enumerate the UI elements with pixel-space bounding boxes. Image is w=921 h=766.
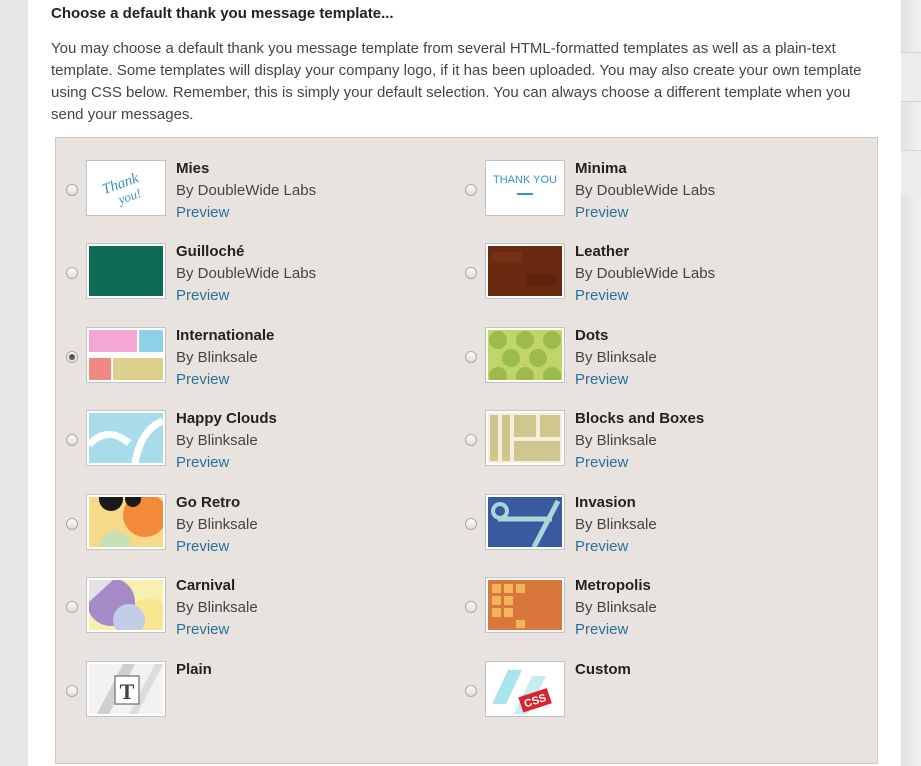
template-preview-link[interactable]: Preview [575,538,628,555]
template-preview-link[interactable]: Preview [176,538,229,555]
plain-text-icon: T [86,661,166,717]
thank-you-script-icon: Thank you! [86,160,166,216]
template-preview-link[interactable]: Preview [575,204,628,221]
template-author: By Blinksale [575,432,657,449]
template-radio-leather[interactable] [465,267,477,279]
template-name: Plain [176,661,212,678]
template-preview-link[interactable]: Preview [176,454,229,471]
template-name: Leather [575,243,630,260]
template-name: Metropolis [575,577,651,594]
template-author: By Blinksale [176,349,258,366]
template-name: Blocks and Boxes [575,410,705,427]
edge-segment [901,150,921,196]
template-author: By Blinksale [575,516,657,533]
window-edge [901,0,921,766]
blocks-boxes-icon [485,410,565,466]
template-name: Minima [575,160,627,177]
template-preview-link[interactable]: Preview [575,621,628,638]
template-option-go-retro[interactable]: Go Retro By Blinksale Preview [56,494,446,555]
template-author: By Blinksale [176,599,258,616]
template-preview-link[interactable]: Preview [176,371,229,388]
template-radio-guilloche[interactable] [66,267,78,279]
carnival-shapes-icon [86,577,166,633]
template-option-custom[interactable]: CSS Custom [455,661,865,721]
edge-segment [901,52,921,102]
template-radio-go-retro[interactable] [66,518,78,530]
template-name: Custom [575,661,631,678]
template-option-plain[interactable]: T Plain [56,661,446,721]
template-author: By Blinksale [176,432,258,449]
template-name: Happy Clouds [176,410,277,427]
template-preview-link[interactable]: Preview [575,287,628,304]
template-name: Carnival [176,577,236,594]
template-author: By Blinksale [176,516,258,533]
template-author: By DoubleWide Labs [176,265,317,282]
template-option-leather[interactable]: Leather By DoubleWide Labs Preview [455,243,865,304]
template-radio-invasion[interactable] [465,518,477,530]
template-name: Guilloché [176,243,245,260]
dots-pattern-icon [485,327,565,383]
template-option-blocks-and-boxes[interactable]: Blocks and Boxes By Blinksale Preview [455,410,865,471]
template-option-internationale[interactable]: Internationale By Blinksale Preview [56,327,446,388]
template-author: By Blinksale [575,349,657,366]
green-pattern-icon [86,243,166,299]
template-radio-dots[interactable] [465,351,477,363]
section-description: You may choose a default thank you messa… [51,40,862,123]
minima-thumb-text: THANK YOU [493,174,557,186]
template-name: Mies [176,160,210,177]
template-option-carnival[interactable]: Carnival By Blinksale Preview [56,577,446,638]
template-author: By DoubleWide Labs [575,182,716,199]
color-blocks-icon [86,327,166,383]
invasion-shapes-icon [485,494,565,550]
clouds-icon [86,410,166,466]
section-heading: Choose a default thank you message templ… [51,5,394,22]
css-icon: CSS [485,661,565,717]
template-radio-custom[interactable] [465,685,477,697]
template-radio-blocks-and-boxes[interactable] [465,434,477,446]
template-option-minima[interactable]: THANK YOU Minima By DoubleWide Labs Prev… [455,160,865,221]
template-name: Internationale [176,327,275,344]
template-preview-link[interactable]: Preview [176,204,229,221]
template-name: Go Retro [176,494,241,511]
thank-you-minimal-icon: THANK YOU [485,160,565,216]
template-preview-link[interactable]: Preview [176,287,229,304]
template-radio-happy-clouds[interactable] [66,434,78,446]
metropolis-windows-icon [485,577,565,633]
template-preview-link[interactable]: Preview [575,454,628,471]
template-option-dots[interactable]: Dots By Blinksale Preview [455,327,865,388]
template-grid: Thank you! Mies By DoubleWide Labs Previ… [55,137,878,764]
retro-circles-icon [86,494,166,550]
template-author: By DoubleWide Labs [575,265,716,282]
template-option-invasion[interactable]: Invasion By Blinksale Preview [455,494,865,555]
template-radio-carnival[interactable] [66,601,78,613]
template-preview-link[interactable]: Preview [176,621,229,638]
template-author: By DoubleWide Labs [176,182,317,199]
template-option-mies[interactable]: Thank you! Mies By DoubleWide Labs Previ… [56,160,446,221]
template-option-happy-clouds[interactable]: Happy Clouds By Blinksale Preview [56,410,446,471]
template-option-guilloche[interactable]: Guilloché By DoubleWide Labs Preview [56,243,446,304]
template-preview-link[interactable]: Preview [575,371,628,388]
leather-texture-icon [485,243,565,299]
template-radio-internationale[interactable] [66,351,78,363]
plain-thumb-text: T [120,679,135,704]
template-name: Invasion [575,494,636,511]
template-radio-plain[interactable] [66,685,78,697]
template-radio-minima[interactable] [465,184,477,196]
template-radio-metropolis[interactable] [465,601,477,613]
template-radio-mies[interactable] [66,184,78,196]
template-name: Dots [575,327,609,344]
template-author: By Blinksale [575,599,657,616]
template-option-metropolis[interactable]: Metropolis By Blinksale Preview [455,577,865,638]
